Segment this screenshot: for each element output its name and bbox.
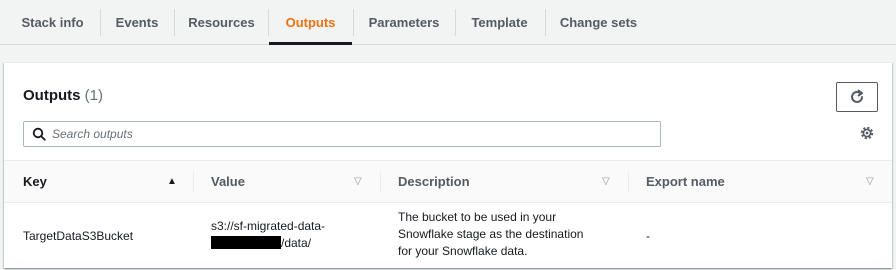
- tab-divider: [353, 9, 354, 36]
- cell-description-line: Snowflake stage as the destination: [398, 227, 584, 241]
- tab-events[interactable]: Events: [103, 0, 171, 45]
- cell-value: s3://sf-migrated-data- /data/: [211, 218, 325, 252]
- search-field: [23, 121, 661, 147]
- tab-divider: [455, 9, 456, 36]
- search-icon: [32, 127, 46, 141]
- cell-key: TargetDataS3Bucket: [23, 229, 134, 243]
- sort-caret-icon[interactable]: ▽: [866, 161, 874, 202]
- search-input[interactable]: [52, 124, 652, 144]
- panel-title-text: Outputs: [23, 87, 81, 104]
- tab-stack-info[interactable]: Stack info: [8, 0, 97, 45]
- cell-export-name: -: [646, 229, 650, 243]
- column-header-value[interactable]: Value: [211, 161, 245, 202]
- tab-parameters[interactable]: Parameters: [356, 0, 452, 45]
- redaction-block: [211, 236, 281, 249]
- refresh-icon: [851, 89, 863, 103]
- panel-count: (1): [84, 87, 104, 104]
- tab-outputs[interactable]: Outputs: [269, 0, 352, 45]
- table-row: TargetDataS3Bucket s3://sf-migrated-data…: [4, 204, 892, 268]
- outputs-panel: Outputs (1) Key ▲ Value ▽ Description ▽ …: [4, 62, 892, 268]
- cell-value-line1: s3://sf-migrated-data-: [211, 219, 326, 233]
- active-tab-indicator: [269, 42, 352, 45]
- column-divider: [380, 171, 381, 193]
- cell-description-line: for your Snowflake data.: [398, 244, 528, 258]
- refresh-button[interactable]: [836, 82, 878, 112]
- gear-icon[interactable]: [859, 125, 875, 141]
- tab-divider: [174, 9, 175, 36]
- cell-value-line2: /data/: [211, 235, 325, 252]
- column-divider: [193, 171, 194, 193]
- tab-template[interactable]: Template: [458, 0, 541, 45]
- tab-divider: [545, 9, 546, 36]
- panel-title: Outputs (1): [23, 87, 103, 104]
- cell-description: The bucket to be used in your Snowflake …: [398, 209, 583, 260]
- tab-bar: Stack info Events Resources Outputs Para…: [0, 0, 896, 45]
- sort-ascending-icon[interactable]: ▲: [167, 161, 177, 202]
- cell-value-suffix: /data/: [281, 236, 312, 250]
- sort-caret-icon[interactable]: ▽: [354, 161, 362, 202]
- tab-resources[interactable]: Resources: [177, 0, 266, 45]
- sort-caret-icon[interactable]: ▽: [602, 161, 610, 202]
- column-divider: [628, 171, 629, 193]
- column-header-key[interactable]: Key: [23, 161, 47, 202]
- tab-change-sets[interactable]: Change sets: [548, 0, 649, 45]
- cell-description-line: The bucket to be used in your: [398, 210, 557, 224]
- column-header-export-name[interactable]: Export name: [646, 161, 725, 202]
- table-header: Key ▲ Value ▽ Description ▽ Export name …: [4, 160, 892, 203]
- tab-divider: [100, 9, 101, 36]
- column-header-description[interactable]: Description: [398, 161, 470, 202]
